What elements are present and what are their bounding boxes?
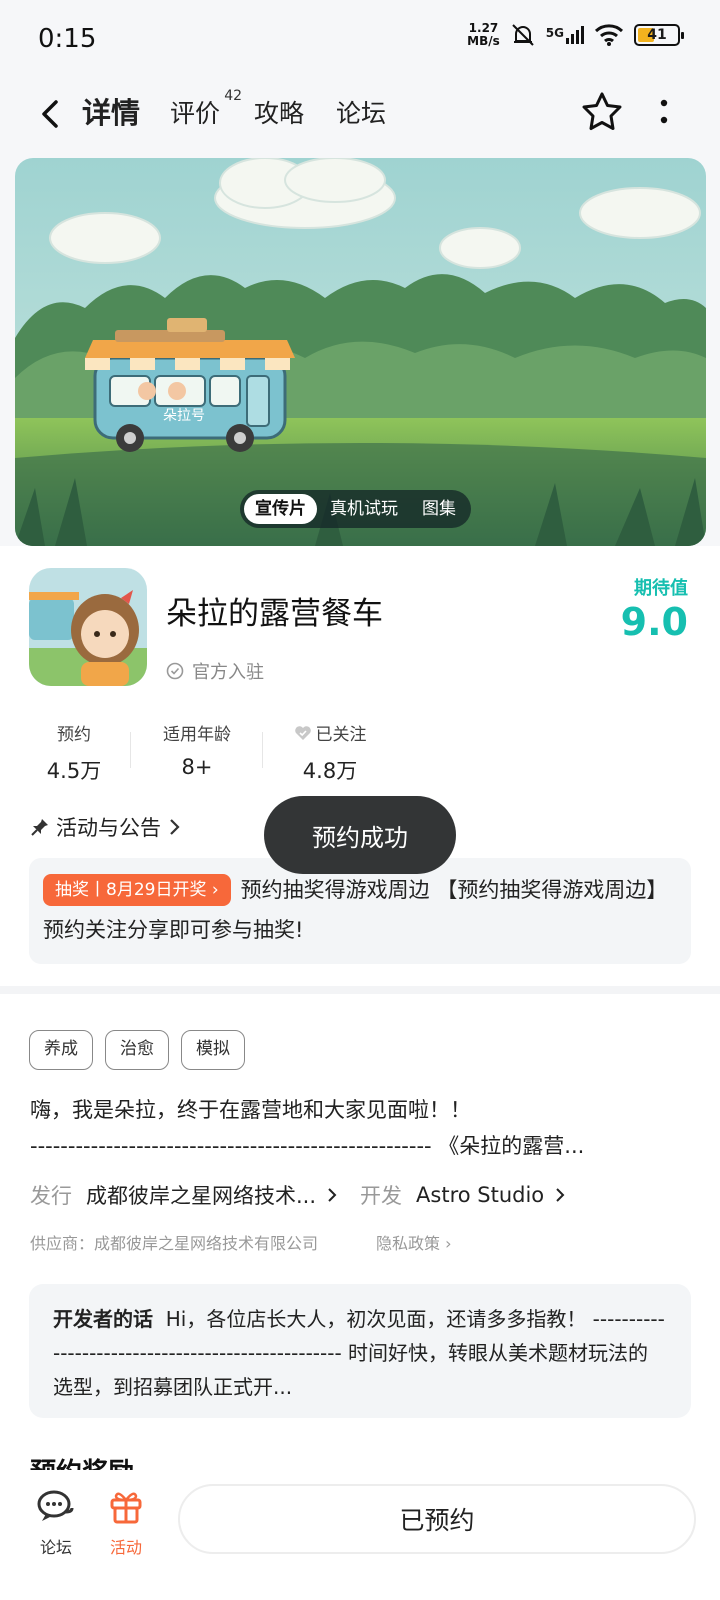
back-button[interactable] [30, 92, 70, 136]
verified-check-icon [166, 662, 184, 680]
developer-words-card[interactable]: 开发者的话 Hi，各位店长大人，初次见面，还请多多指教！ -----------… [29, 1284, 691, 1418]
forum-chat-icon [37, 1490, 74, 1521]
pin-icon [31, 819, 48, 836]
media-switch: 宣传片 真机试玩 图集 [240, 490, 471, 528]
back-arrow-icon [42, 100, 58, 128]
more-vertical-icon [660, 99, 668, 124]
wifi-icon [594, 24, 624, 46]
description-line-1[interactable]: 嗨，我是朵拉，终于在露营地和大家见面啦！！ [30, 1094, 471, 1124]
chevron-right-icon [556, 1188, 565, 1202]
tab-reviews[interactable]: 评价 42 [170, 88, 242, 130]
promo-banner[interactable]: 朵拉号 [15, 158, 706, 546]
app-icon [29, 568, 147, 686]
media-tab-trailer[interactable]: 宣传片 [244, 494, 317, 524]
star-icon [582, 92, 622, 130]
more-button[interactable] [654, 96, 674, 128]
banner-illustration: 朵拉号 [15, 158, 706, 546]
toast-message: 预约成功 [264, 796, 456, 874]
heart-icon [294, 725, 311, 740]
battery-icon: 41 [634, 24, 684, 46]
app-icon-image [29, 568, 147, 686]
review-count-badge: 42 [224, 88, 243, 104]
publisher-developer-row: 发行 成都彼岸之星网络技术... 开发 Astro Studio [30, 1180, 588, 1210]
status-time: 0:15 [38, 24, 97, 54]
official-badge: 官方入驻 [166, 658, 264, 684]
stat-reservations: 预约 4.5万 [46, 725, 102, 783]
tag-item[interactable]: 养成 [29, 1030, 93, 1070]
expectation-score: 期待值 9.0 [620, 578, 688, 644]
top-nav: 详情 评价 42 攻略 论坛 [0, 80, 720, 150]
tag-item[interactable]: 模拟 [181, 1030, 245, 1070]
media-tab-gallery[interactable]: 图集 [411, 494, 467, 524]
bottom-forum-button[interactable]: 论坛 [36, 1488, 76, 1558]
tab-forum[interactable]: 论坛 [336, 94, 386, 130]
publisher-link[interactable]: 成都彼岸之星网络技术... [86, 1180, 316, 1210]
signal-5g-icon: 5G [546, 26, 584, 44]
stat-followers[interactable]: 已关注 4.8万 [280, 720, 380, 785]
bottom-activity-button[interactable]: 活动 [106, 1488, 146, 1558]
chevron-right-icon [170, 819, 180, 835]
tag-item[interactable]: 治愈 [105, 1030, 169, 1070]
mute-bell-icon [512, 24, 534, 46]
media-tab-cloud-play[interactable]: 真机试玩 [319, 494, 409, 524]
dev-words-title: 开发者的话 [53, 1307, 153, 1331]
app-title: 朵拉的露营餐车 [166, 596, 383, 632]
bus-label: 朵拉号 [163, 408, 205, 424]
developer-link[interactable]: Astro Studio [416, 1183, 544, 1207]
description-line-2[interactable]: ----------------------------------------… [30, 1130, 700, 1160]
lottery-badge[interactable]: 抽奖丨8月29日开奖 › [43, 874, 231, 906]
activity-header[interactable]: 活动与公告 [30, 812, 181, 842]
network-speed: 1.27 MB/s [467, 21, 500, 48]
status-icons: 1.27 MB/s 5G 41 [467, 21, 684, 48]
supplier-text: 供应商：成都彼岸之星网络技术有限公司 [30, 1234, 319, 1253]
stat-age-rating: 适用年龄 8+ [163, 725, 231, 779]
reserved-button[interactable]: 已预约 [178, 1484, 696, 1554]
tab-details[interactable]: 详情 [80, 90, 143, 132]
genre-tags: 养成 治愈 模拟 [29, 1030, 245, 1070]
gift-icon [110, 1492, 142, 1524]
privacy-policy-link[interactable]: 隐私政策 › [376, 1230, 452, 1254]
chevron-right-icon [328, 1188, 337, 1202]
favorite-button[interactable] [580, 90, 624, 138]
status-bar: 0:15 1.27 MB/s 5G 41 [0, 0, 720, 80]
tab-guides[interactable]: 攻略 [254, 94, 304, 130]
